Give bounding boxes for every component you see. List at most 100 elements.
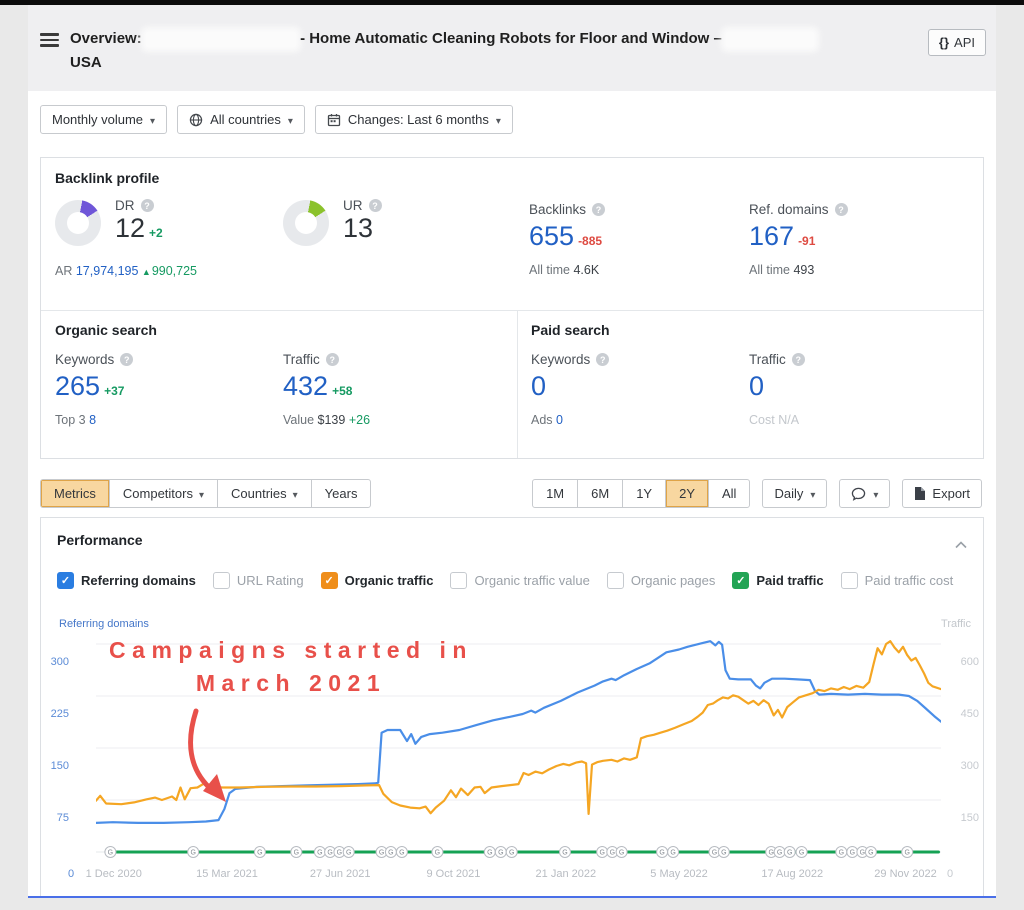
metric-checkbox-referring-domains[interactable]: ✓Referring domains [57, 572, 196, 589]
ar-label: AR [55, 264, 72, 278]
metric-checkbox-organic-pages[interactable]: Organic pages [607, 572, 716, 589]
toolbar-right: 1M 6M1Y2YAll Daily Export [532, 479, 982, 508]
google-update-marker[interactable]: G [774, 847, 785, 858]
help-icon[interactable]: ? [792, 353, 805, 366]
tab-years[interactable]: Years [311, 480, 371, 507]
dr-delta: +2 [149, 226, 163, 240]
bottom-accent-line [28, 896, 996, 898]
tab-metrics[interactable]: Metrics [41, 480, 109, 507]
google-update-marker[interactable]: G [495, 847, 506, 858]
metric-checkbox-organic-traffic[interactable]: ✓ Organic traffic [321, 572, 434, 589]
google-update-marker[interactable]: G [188, 847, 199, 858]
x-tick-label: 15 Mar 2021 [196, 868, 258, 880]
google-update-marker[interactable]: G [254, 847, 265, 858]
svg-text:G: G [487, 850, 492, 857]
api-button[interactable]: {}API [928, 29, 986, 56]
range-6m[interactable]: 6M [577, 480, 622, 507]
annotation-arrow [191, 711, 212, 790]
google-update-marker[interactable]: G [484, 847, 495, 858]
google-update-marker[interactable]: G [291, 847, 302, 858]
tab-label: Years [325, 486, 358, 501]
left-axis-tick: 150 [43, 760, 69, 772]
ref-domains-delta: -91 [798, 234, 815, 248]
google-update-marker[interactable]: G [616, 847, 627, 858]
organic-keywords-value[interactable]: 265 [55, 371, 100, 401]
redacted-domain [146, 32, 296, 47]
performance-chart[interactable]: GGGGGGGGGGGGGGGGGGGGGGGGGGGGGGGG [96, 630, 941, 864]
help-icon[interactable]: ? [369, 199, 382, 212]
tab-competitors[interactable]: Competitors [109, 480, 217, 507]
google-update-marker[interactable]: G [506, 847, 517, 858]
countries-dropdown[interactable]: All countries [177, 105, 305, 134]
export-button[interactable]: Export [902, 479, 982, 508]
google-update-marker[interactable]: G [668, 847, 679, 858]
google-update-marker[interactable]: G [847, 847, 858, 858]
x-tick-label: 1 Dec 2020 [86, 868, 142, 880]
dr-donut-chart [55, 200, 101, 246]
range-1y[interactable]: 1Y [622, 480, 665, 507]
google-update-marker[interactable]: G [105, 847, 116, 858]
range-2y[interactable]: 2Y [665, 480, 708, 507]
help-icon[interactable]: ? [592, 203, 605, 216]
metric-checkbox-url-rating[interactable]: URL Rating [213, 572, 304, 589]
metric-checkbox-organic-traffic-value[interactable]: Organic traffic value [450, 572, 589, 589]
ar-value[interactable]: 17,974,195 [76, 264, 139, 278]
checkbox-icon[interactable]: ✓ [321, 572, 338, 589]
google-update-marker[interactable]: G [718, 847, 729, 858]
checkbox-icon[interactable] [450, 572, 467, 589]
svg-text:G: G [904, 850, 909, 857]
google-update-marker[interactable]: G [902, 847, 913, 858]
help-icon[interactable]: ? [141, 199, 154, 212]
paid-traffic-value[interactable]: 0 [749, 371, 764, 401]
checkbox-icon[interactable]: ✓ [732, 572, 749, 589]
svg-text:G: G [379, 850, 384, 857]
svg-text:G: G [108, 850, 113, 857]
help-icon[interactable]: ? [835, 203, 848, 216]
metric-checkbox-paid-traffic[interactable]: ✓Paid traffic [732, 572, 823, 589]
document-icon [914, 487, 925, 500]
collapse-chevron-icon[interactable] [955, 536, 967, 554]
backlinks-value[interactable]: 655 [529, 221, 574, 251]
help-icon[interactable]: ? [326, 353, 339, 366]
google-update-marker[interactable]: G [657, 847, 668, 858]
hamburger-menu-icon[interactable] [40, 33, 59, 47]
organic-traffic-value[interactable]: 432 [283, 371, 328, 401]
right-axis-tick: 600 [951, 656, 979, 668]
notes-dropdown[interactable] [839, 479, 890, 508]
google-update-marker[interactable]: G [343, 847, 354, 858]
google-update-marker[interactable]: G [796, 847, 807, 858]
changes-dropdown[interactable]: Changes: Last 6 months [315, 105, 513, 134]
chevron-down-icon [873, 486, 878, 501]
ref-domains-value[interactable]: 167 [749, 221, 794, 251]
range-all[interactable]: All [708, 480, 749, 507]
volume-dropdown[interactable]: Monthly volume [40, 105, 167, 134]
checkbox-icon[interactable]: ✓ [57, 572, 74, 589]
help-icon[interactable]: ? [596, 353, 609, 366]
paid-keywords-value[interactable]: 0 [531, 371, 546, 401]
google-update-marker[interactable]: G [396, 847, 407, 858]
left-axis-tick: 300 [43, 656, 69, 668]
google-update-marker[interactable]: G [432, 847, 443, 858]
tab-countries[interactable]: Countries [217, 480, 311, 507]
divider [517, 310, 518, 458]
metric-checkbox-label: Organic traffic [345, 573, 434, 588]
google-update-marker[interactable]: G [314, 847, 325, 858]
series-organic-traffic[interactable] [96, 641, 941, 814]
google-update-marker[interactable]: G [865, 847, 876, 858]
metric-checkbox-paid-traffic-cost[interactable]: Paid traffic cost [841, 572, 954, 589]
google-update-marker[interactable]: G [597, 847, 608, 858]
google-update-marker[interactable]: G [784, 847, 795, 858]
checkbox-icon[interactable] [841, 572, 858, 589]
range-1m[interactable]: 1M [533, 480, 577, 507]
top3-value[interactable]: 8 [89, 413, 96, 427]
google-update-marker[interactable]: G [836, 847, 847, 858]
chevron-down-icon [810, 486, 815, 501]
help-icon[interactable]: ? [120, 353, 133, 366]
checkbox-icon[interactable] [607, 572, 624, 589]
google-update-marker[interactable]: G [385, 847, 396, 858]
google-update-marker[interactable]: G [560, 847, 571, 858]
granularity-dropdown[interactable]: Daily [762, 479, 827, 508]
checkbox-icon[interactable] [213, 572, 230, 589]
range-label: 1M [546, 486, 564, 501]
ref-domains-label: Ref. domains [749, 202, 829, 217]
